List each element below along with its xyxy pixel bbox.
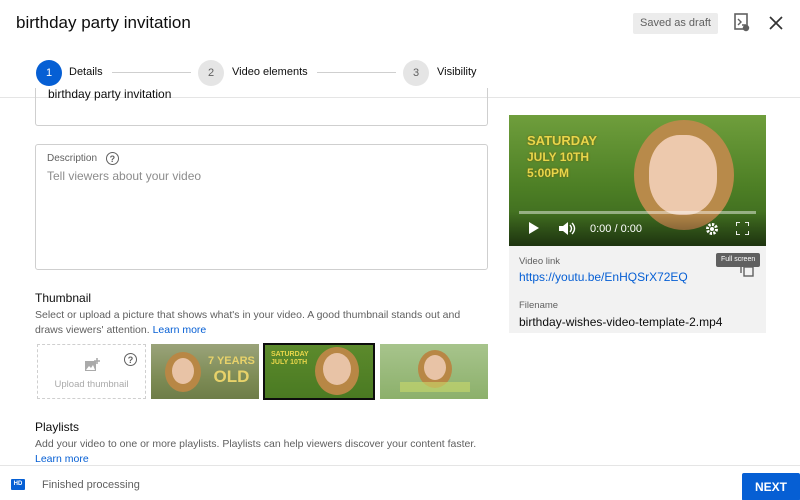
video-player[interactable]: SATURDAY JULY 10TH 5:00PM 0:00 / 0:00 bbox=[509, 115, 766, 246]
step-1-label[interactable]: Details bbox=[69, 66, 103, 78]
thumbnail-photo bbox=[323, 353, 351, 385]
help-icon[interactable]: ? bbox=[124, 353, 137, 366]
playlists-learn-more-link[interactable]: Learn more bbox=[35, 453, 89, 465]
video-link-label: Video link bbox=[519, 256, 561, 267]
dialog-header: birthday party invitation Saved as draft bbox=[0, 0, 800, 48]
description-field[interactable]: Description ? Tell viewers about your vi… bbox=[35, 144, 488, 270]
processing-status: Finished processing bbox=[42, 479, 140, 491]
thumbnail-description-text: Select or upload a picture that shows wh… bbox=[35, 309, 461, 336]
step-1-circle[interactable]: 1 bbox=[36, 60, 62, 86]
next-button[interactable]: NEXT bbox=[742, 473, 800, 500]
add-image-icon bbox=[85, 358, 100, 371]
thumbnail-learn-more-link[interactable]: Learn more bbox=[153, 324, 207, 336]
thumbnail-overlay-text: 7 YEARS OLD bbox=[208, 355, 255, 386]
thumbnail-option-3[interactable] bbox=[380, 344, 488, 399]
description-label-text: Description bbox=[47, 153, 98, 165]
playlists-description-text: Add your video to one or more playlists.… bbox=[35, 438, 477, 450]
video-overlay-line-1: SATURDAY bbox=[527, 133, 598, 148]
filename-label: Filename bbox=[519, 300, 559, 311]
settings-gear-icon[interactable] bbox=[705, 222, 719, 236]
step-connector bbox=[317, 72, 396, 73]
step-2-label[interactable]: Video elements bbox=[232, 66, 308, 78]
dialog-footer: HD Finished processing NEXT bbox=[0, 465, 800, 500]
video-overlay-line-2: JULY 10TH bbox=[527, 150, 590, 164]
help-icon[interactable]: ? bbox=[105, 152, 119, 165]
play-icon[interactable] bbox=[529, 222, 539, 234]
upload-thumbnail-label: Upload thumbnail bbox=[54, 379, 129, 390]
description-placeholder: Tell viewers about your video bbox=[47, 169, 202, 183]
feedback-icon[interactable] bbox=[731, 12, 753, 34]
upload-thumbnail-button[interactable]: ? Upload thumbnail bbox=[37, 344, 146, 399]
title-field-value: birthday party invitation bbox=[48, 88, 172, 101]
step-connector bbox=[112, 72, 191, 73]
playlists-heading: Playlists bbox=[35, 420, 80, 434]
draft-status-badge: Saved as draft bbox=[633, 13, 718, 34]
volume-icon[interactable] bbox=[559, 222, 577, 235]
thumbnail-photo bbox=[400, 382, 470, 392]
thumbnail-overlay-text: SATURDAY JULY 10TH bbox=[271, 351, 309, 367]
description-label: Description ? bbox=[47, 152, 119, 165]
step-2-circle[interactable]: 2 bbox=[198, 60, 224, 86]
step-3-label[interactable]: Visibility bbox=[437, 66, 477, 78]
video-time: 0:00 / 0:00 bbox=[590, 223, 642, 235]
playlists-description: Add your video to one or more playlists.… bbox=[35, 437, 490, 467]
thumbnail-description: Select or upload a picture that shows wh… bbox=[35, 308, 490, 338]
copy-icon[interactable] bbox=[740, 264, 754, 277]
thumbnail-photo bbox=[424, 355, 446, 380]
video-frame bbox=[649, 135, 717, 215]
thumbnail-overlay-text-bottom: OLD bbox=[213, 367, 250, 386]
thumbnail-overlay-text-bottom: JULY 10TH bbox=[271, 359, 308, 366]
step-3-circle[interactable]: 3 bbox=[403, 60, 429, 86]
video-controls: 0:00 / 0:00 bbox=[509, 211, 766, 246]
fullscreen-icon[interactable] bbox=[736, 222, 749, 235]
title-field[interactable]: birthday party invitation bbox=[35, 88, 488, 126]
thumbnail-overlay-text-top: SATURDAY bbox=[271, 351, 309, 358]
thumbnail-photo bbox=[172, 358, 194, 384]
video-overlay-text: SATURDAY JULY 10TH 5:00PM bbox=[527, 133, 597, 181]
thumbnail-option-2-selected[interactable]: SATURDAY JULY 10TH bbox=[263, 343, 375, 400]
thumbnail-option-1[interactable]: 7 YEARS OLD bbox=[151, 344, 259, 399]
filename-value: birthday-wishes-video-template-2.mp4 bbox=[519, 315, 723, 329]
hd-icon: HD bbox=[11, 479, 25, 490]
video-overlay-line-3: 5:00PM bbox=[527, 166, 570, 180]
video-link[interactable]: https://youtu.be/EnHQSrX72EQ bbox=[519, 270, 688, 284]
thumbnail-heading: Thumbnail bbox=[35, 291, 92, 305]
progress-bar[interactable] bbox=[519, 211, 756, 214]
close-icon[interactable] bbox=[765, 12, 787, 34]
dialog-title: birthday party invitation bbox=[16, 13, 191, 32]
